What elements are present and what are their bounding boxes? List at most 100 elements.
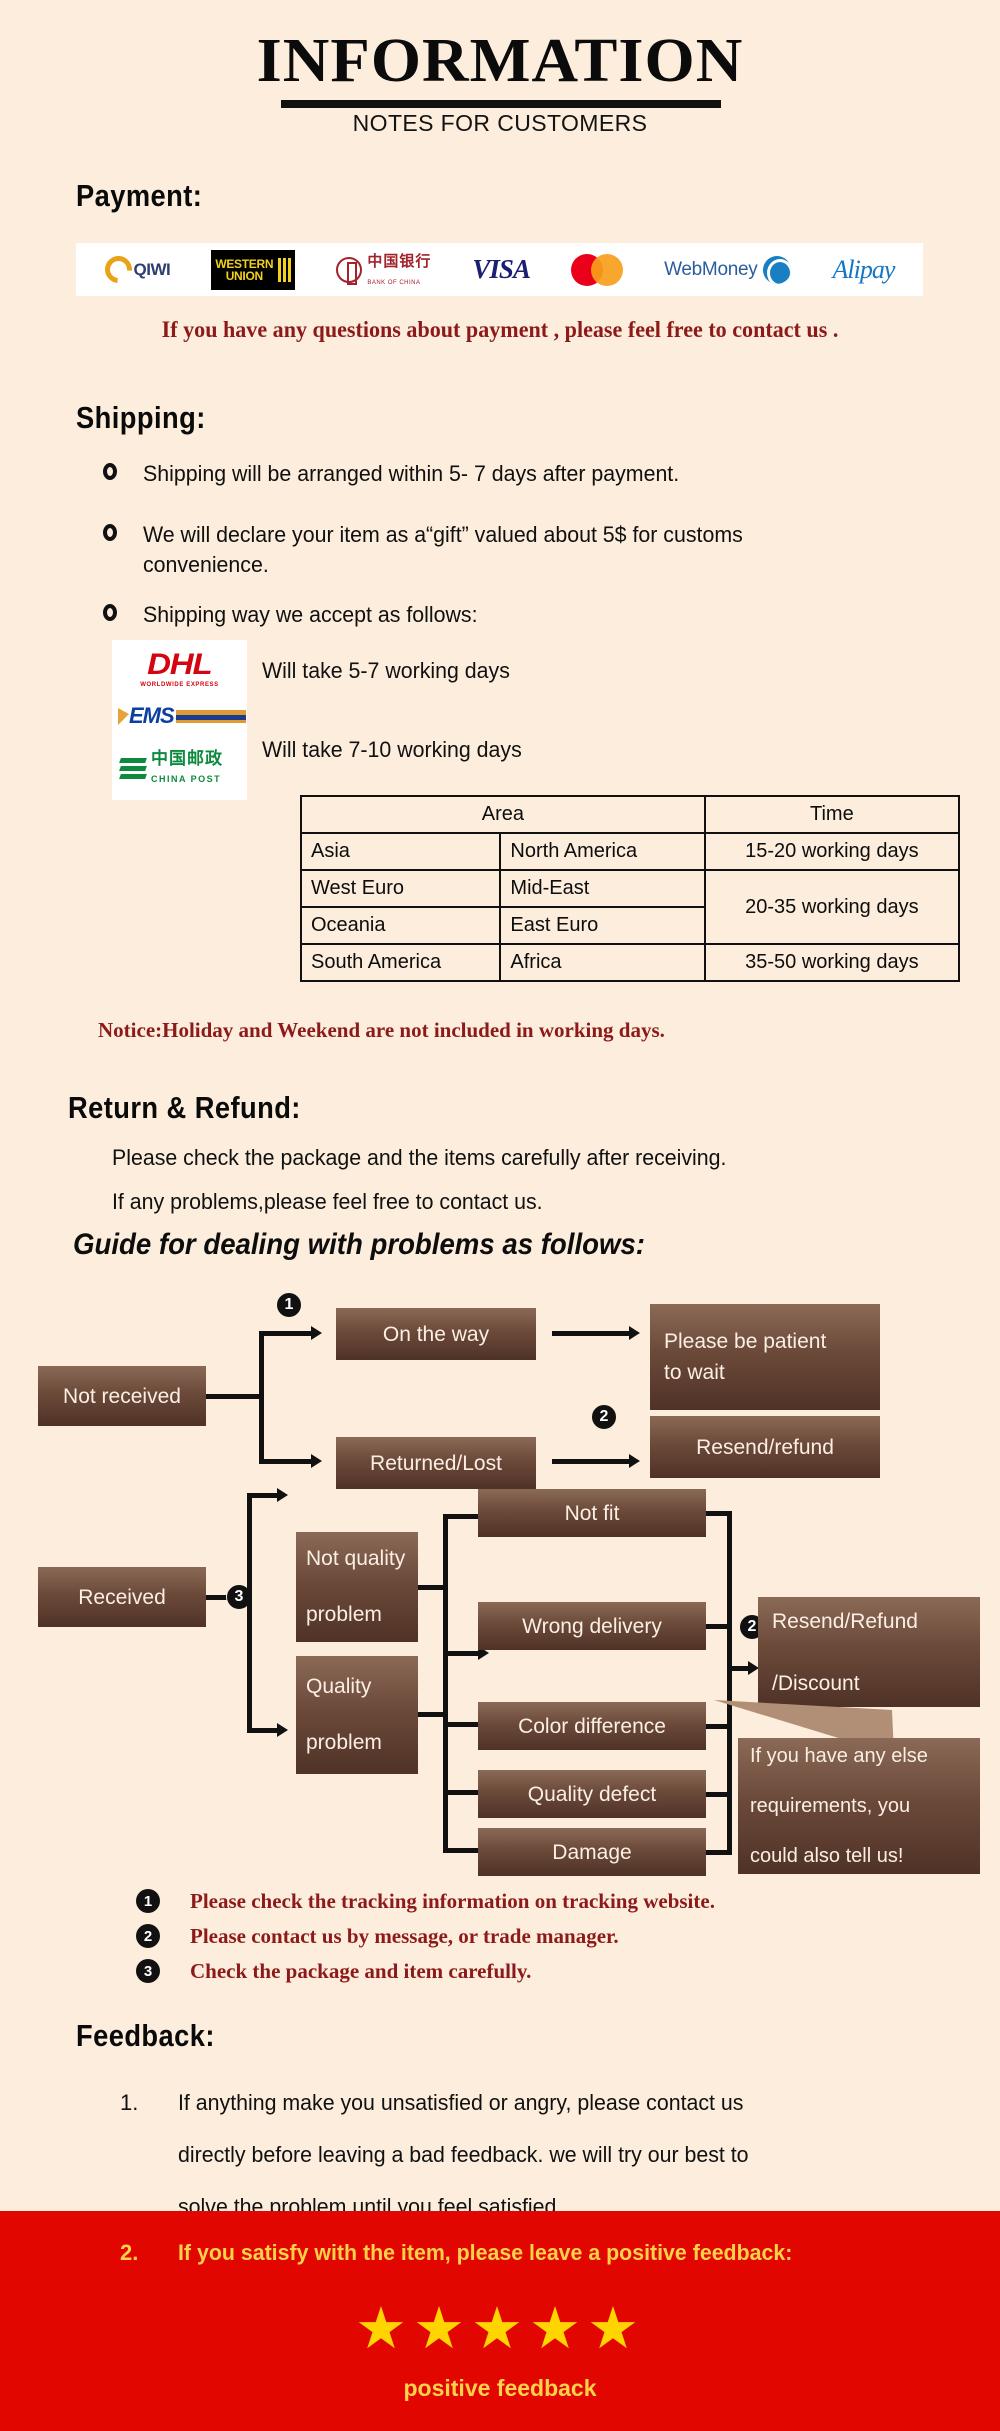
flow-box-not-fit: Not fit — [478, 1489, 706, 1537]
flow-box-be-patient: Please be patient to wait — [650, 1304, 880, 1410]
flow-box-quality-defect: Quality defect — [478, 1770, 706, 1818]
china-post-sublabel: CHINA POST — [151, 774, 222, 784]
note-marker-3: 3 — [136, 1959, 160, 1983]
shipping-bullet-1: Shipping will be arranged within 5- 7 da… — [103, 459, 963, 489]
table-row: West Euro Mid-East 20-35 working days — [299, 869, 961, 945]
table-row: South America Africa 35-50 working days — [299, 943, 961, 982]
flow-line — [443, 1651, 478, 1656]
shipping-bullet-2: We will declare your item as a“gift” val… — [103, 520, 963, 580]
shipping-time-table: Area Time Asia North America 15-20 worki… — [299, 795, 961, 982]
flow-line — [247, 1493, 277, 1498]
table-cell-area2: East Euro — [499, 906, 706, 945]
flow-box-wrong-delivery: Wrong delivery — [478, 1602, 706, 1650]
flow-box-quality-problem: Quality problem — [296, 1656, 418, 1774]
table-cell-area1: Oceania — [299, 906, 502, 945]
flow-line — [443, 1790, 478, 1795]
flow-marker-1: 1 — [277, 1293, 301, 1317]
dhl-icon: DHL WORLDWIDE EXPRESS — [112, 648, 247, 688]
flow-arrow — [277, 1488, 288, 1502]
bullet-circle-icon — [103, 604, 117, 621]
flow-box-not-quality-problem: Not quality problem — [296, 1532, 418, 1642]
returns-line-2: If any problems,please feel free to cont… — [112, 1189, 543, 1214]
table-cell-time: 35-50 working days — [703, 943, 961, 982]
table-cell-area1: West Euro — [299, 869, 502, 908]
note-text-2: Please contact us by message, or trade m… — [190, 1924, 619, 1948]
western-union-bars-icon — [276, 257, 292, 282]
flow-line — [443, 1514, 448, 1656]
table-header-time: Time — [703, 795, 961, 834]
information-page: INFORMATION NOTES FOR CUSTOMERS Payment:… — [0, 0, 1000, 2431]
table-row: Asia North America 15-20 working days — [299, 832, 961, 871]
flow-arrow — [629, 1326, 640, 1340]
flow-line — [443, 1514, 478, 1519]
page-title: INFORMATION — [256, 27, 744, 95]
dhl-sublabel: WORLDWIDE EXPRESS — [140, 682, 219, 688]
ems-bar-icon — [175, 709, 247, 723]
flow-arrow — [311, 1326, 322, 1340]
flow-line — [443, 1722, 478, 1727]
shipping-bullet-3: Shipping way we accept as follows: — [103, 600, 963, 630]
carrier-logos-card: DHL WORLDWIDE EXPRESS EMS 中国邮政 CHINA POS… — [112, 640, 247, 800]
flow-box-damage: Damage — [478, 1828, 706, 1876]
webmoney-label: WebMoney — [664, 258, 758, 280]
returns-line-1: Please check the package and the items c… — [112, 1145, 727, 1170]
table-cell-area1: South America — [299, 943, 502, 982]
note-marker-2: 2 — [136, 1924, 160, 1948]
flow-line — [552, 1459, 629, 1464]
table-cell-area2: North America — [499, 832, 706, 871]
dhl-label: DHL — [147, 648, 213, 681]
flow-line — [247, 1493, 252, 1733]
boc-emblem-icon — [336, 256, 363, 285]
flow-callout-box: If you have any else requirements, you c… — [738, 1738, 980, 1874]
visa-icon: VISA — [472, 250, 531, 290]
flow-arrow — [629, 1454, 640, 1468]
note-text-3: Check the package and item carefully. — [190, 1959, 532, 1983]
table-cell-area2: Mid-East — [499, 869, 706, 908]
flow-box-returned-lost: Returned/Lost — [336, 1437, 536, 1489]
china-post-label: 中国邮政 — [151, 749, 223, 768]
feedback-item-2-text: If you satisfy with the item, please lea… — [178, 2240, 793, 2265]
flow-line — [443, 1648, 448, 1853]
flow-box-resend-refund-discount: Resend/Refund /Discount — [758, 1597, 980, 1707]
working-days-notice: Notice:Holiday and Weekend are not inclu… — [98, 1018, 665, 1042]
flow-arrow — [311, 1454, 322, 1468]
flow-line — [552, 1331, 629, 1336]
bullet-circle-icon — [103, 524, 117, 541]
feedback-item-1-line-2: directly before leaving a bad feedback. … — [178, 2142, 749, 2167]
china-post-emblem-icon — [119, 756, 147, 782]
flow-line — [259, 1331, 311, 1336]
shipping-bullet-2-text: We will declare your item as a“gift” val… — [143, 522, 743, 577]
alipay-label: Alipay — [832, 254, 896, 284]
flow-box-color-difference: Color difference — [478, 1702, 706, 1750]
ems-label: EMS — [129, 703, 175, 728]
western-union-icon: WESTERN UNION — [211, 249, 296, 290]
qiwi-label: QIWI — [133, 259, 171, 279]
flow-line — [259, 1331, 264, 1464]
webmoney-globe-icon — [763, 255, 792, 284]
china-post-icon: 中国邮政 CHINA POST — [119, 749, 240, 787]
returns-heading: Return & Refund: — [68, 1090, 301, 1125]
note-marker-1: 1 — [136, 1889, 160, 1913]
feedback-heading: Feedback: — [76, 2018, 215, 2053]
bank-of-china-icon: 中国银行 BANK OF CHINA — [336, 250, 431, 290]
bullet-circle-icon — [103, 463, 117, 480]
boc-sublabel: BANK OF CHINA — [367, 280, 421, 286]
feedback-item-2-number: 2. — [120, 2240, 139, 2265]
visa-label: VISA — [472, 254, 531, 284]
flow-arrow — [277, 1723, 288, 1737]
payment-heading: Payment: — [76, 178, 203, 213]
positive-feedback-caption: positive feedback — [403, 2375, 597, 2401]
table-cell-area2: Africa — [499, 943, 706, 982]
table-cell-time: 15-20 working days — [703, 832, 961, 871]
flow-marker-2: 2 — [592, 1405, 616, 1429]
table-header-area: Area — [300, 795, 706, 834]
shipping-heading: Shipping: — [76, 400, 206, 435]
feedback-item-1-number: 1. — [120, 2090, 139, 2115]
flow-box-on-the-way: On the way — [336, 1308, 536, 1360]
payment-logos-strip: QIWI WESTERN UNION 中国银行 BANK OF CHINA VI… — [76, 243, 923, 296]
guide-heading: Guide for dealing with problems as follo… — [73, 1228, 645, 1261]
flow-line — [259, 1459, 311, 1464]
western-union-line2: UNION — [225, 268, 263, 283]
dhl-delivery-time: Will take 5-7 working days — [262, 658, 510, 683]
shipping-bullet-1-text: Shipping will be arranged within 5- 7 da… — [143, 461, 680, 486]
